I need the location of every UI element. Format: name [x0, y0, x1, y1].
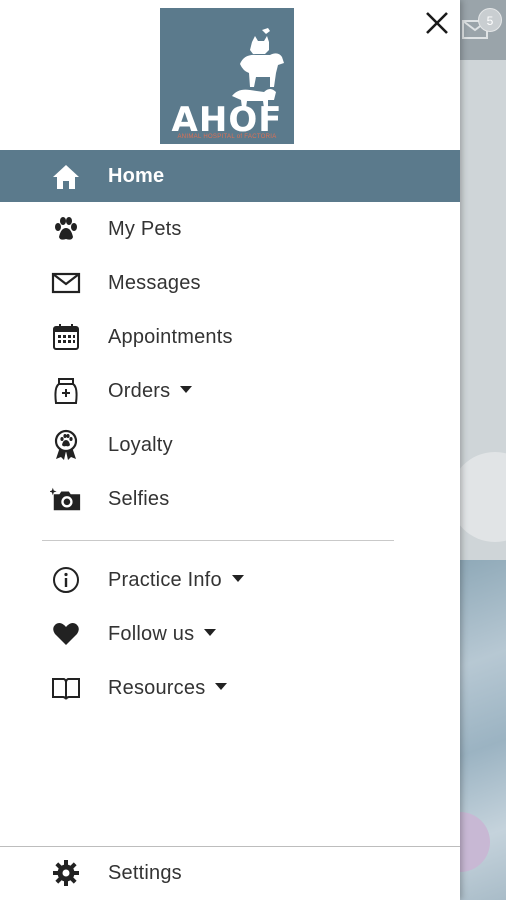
menu-item-settings[interactable]: Settings — [0, 846, 460, 900]
hospital-logo: AHOF ANIMAL HOSPITAL of FACTORIA — [160, 8, 294, 144]
menu-item-label: Practice Info — [108, 569, 244, 592]
home-icon — [53, 165, 79, 189]
menu-item-loyalty[interactable]: Loyalty — [0, 418, 460, 472]
menu-divider — [42, 540, 394, 541]
menu-item-home[interactable]: Home — [0, 150, 460, 202]
menu-item-label: Appointments — [108, 325, 233, 348]
menu-item-label: Messages — [108, 271, 201, 294]
menu-item-label: Settings — [108, 861, 182, 884]
menu-item-practice-info[interactable]: Practice Info — [0, 553, 460, 607]
menu-item-label: Orders — [108, 380, 193, 403]
menu-item-resources[interactable]: Resources — [0, 661, 460, 715]
drawer-footer: Settings — [0, 846, 460, 900]
menu-item-orders[interactable]: Orders — [0, 364, 460, 418]
menu-item-label: Follow us — [108, 623, 217, 646]
calendar-icon — [53, 324, 79, 350]
navigation-drawer: AHOF ANIMAL HOSPITAL of FACTORIA Home My… — [0, 0, 460, 900]
heart-icon — [53, 623, 79, 645]
book-icon — [52, 678, 80, 700]
message-count-badge: 5 — [478, 8, 502, 32]
background-order-button — [460, 452, 506, 542]
menu-item-my-pets[interactable]: My Pets — [0, 202, 460, 256]
menu-item-selfies[interactable]: Selfies — [0, 472, 460, 526]
drawer-menu: Home My Pets Messages Appointments Order… — [0, 150, 460, 526]
paw-icon — [55, 217, 77, 240]
close-icon — [426, 12, 448, 34]
menu-item-label: Resources — [108, 677, 228, 700]
camera-icon — [50, 487, 81, 511]
gear-icon — [53, 860, 79, 886]
menu-item-label: Selfies — [108, 487, 170, 510]
menu-item-appointments[interactable]: Appointments — [0, 310, 460, 364]
menu-item-follow-us[interactable]: Follow us — [0, 607, 460, 661]
award-ribbon-icon — [54, 429, 78, 460]
chevron-down-icon — [215, 682, 228, 690]
menu-item-label: My Pets — [108, 217, 182, 240]
chevron-down-icon — [180, 385, 193, 393]
chevron-down-icon — [231, 574, 244, 582]
drawer-secondary-menu: Practice Info Follow us Resources — [0, 553, 460, 715]
chevron-down-icon — [204, 628, 217, 636]
info-icon — [53, 567, 79, 593]
logo-tagline: ANIMAL HOSPITAL of FACTORIA — [177, 134, 277, 140]
menu-item-label: Home — [108, 164, 165, 187]
close-button[interactable] — [420, 6, 454, 40]
menu-item-messages[interactable]: Messages — [0, 256, 460, 310]
menu-item-label: Loyalty — [108, 433, 173, 456]
stacked-pets-icon — [232, 28, 284, 108]
background-screen — [460, 0, 506, 900]
food-bag-icon — [54, 378, 78, 404]
envelope-icon — [51, 272, 81, 294]
